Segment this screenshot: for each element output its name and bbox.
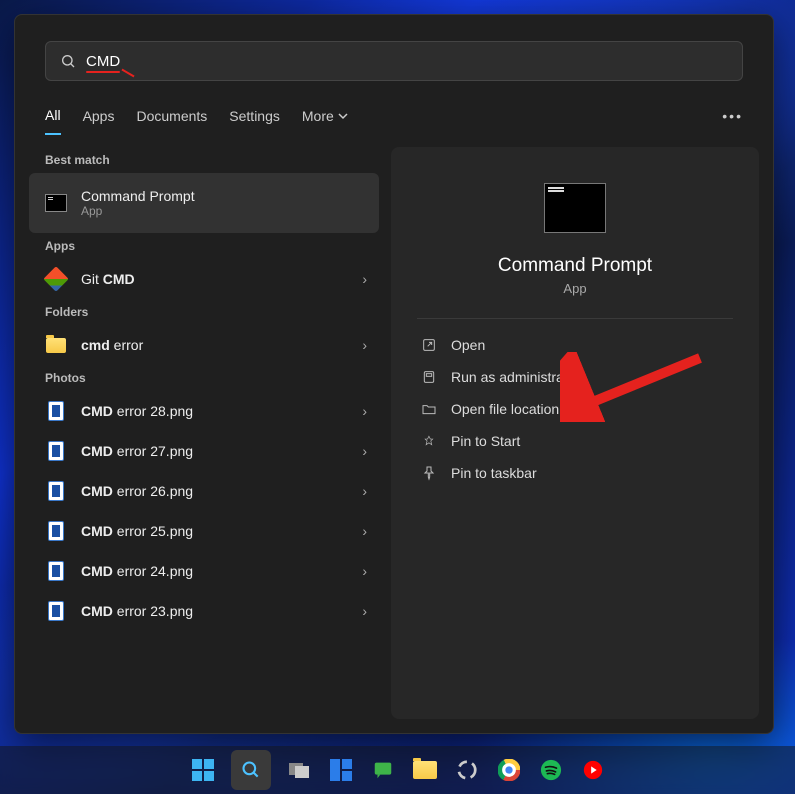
chevron-right-icon: › — [362, 563, 367, 579]
pin-icon — [421, 465, 437, 481]
result-label: CMD error 28.png — [81, 403, 193, 419]
search-input[interactable]: CMD — [45, 41, 743, 81]
result-photo[interactable]: CMD error 26.png › — [29, 471, 379, 511]
taskbar-app-explorer[interactable] — [411, 756, 439, 784]
result-folder-cmd-error[interactable]: cmd error › — [29, 325, 379, 365]
chevron-right-icon: › — [362, 271, 367, 287]
folder-open-icon — [421, 401, 437, 417]
task-view-button[interactable] — [285, 756, 313, 784]
result-label: CMD error 24.png — [81, 563, 193, 579]
result-photo[interactable]: CMD error 24.png › — [29, 551, 379, 591]
widgets-icon — [330, 759, 352, 781]
tab-settings[interactable]: Settings — [229, 108, 280, 134]
preview-title: Command Prompt — [498, 255, 652, 277]
tab-documents[interactable]: Documents — [136, 108, 207, 134]
section-folders: Folders — [45, 305, 379, 319]
result-title: Command Prompt — [81, 188, 195, 204]
chevron-right-icon: › — [362, 523, 367, 539]
open-icon — [421, 337, 437, 353]
image-file-icon — [45, 561, 67, 581]
action-label: Pin to Start — [451, 433, 520, 449]
result-label: Git CMD — [81, 271, 135, 287]
action-label: Open — [451, 337, 485, 353]
folder-icon — [45, 338, 67, 353]
action-pin-to-taskbar[interactable]: Pin to taskbar — [417, 457, 733, 489]
result-subtitle: App — [81, 204, 195, 218]
action-label: Open file location — [451, 401, 559, 417]
result-label: CMD error 23.png — [81, 603, 193, 619]
git-icon — [45, 270, 67, 288]
chrome-icon — [498, 759, 520, 781]
action-label: Pin to taskbar — [451, 465, 537, 481]
result-label: CMD error 26.png — [81, 483, 193, 499]
command-prompt-icon — [45, 194, 67, 212]
task-view-icon — [288, 760, 310, 780]
section-apps: Apps — [45, 239, 379, 253]
tab-more[interactable]: More — [302, 108, 348, 134]
action-label: Run as administrator — [451, 369, 580, 385]
taskbar — [0, 746, 795, 794]
preview-column: Command Prompt App Open Run as administr… — [391, 147, 759, 719]
taskbar-app-chat[interactable] — [369, 756, 397, 784]
chevron-right-icon: › — [362, 403, 367, 419]
result-photo[interactable]: CMD error 27.png › — [29, 431, 379, 471]
more-options-button[interactable]: ••• — [722, 108, 743, 134]
search-icon — [241, 760, 261, 780]
result-label: cmd error — [81, 337, 143, 353]
circle-app-icon — [456, 759, 478, 781]
result-label: CMD error 27.png — [81, 443, 193, 459]
folder-icon — [413, 761, 437, 779]
action-run-as-administrator[interactable]: Run as administrator — [417, 361, 733, 393]
chevron-down-icon — [338, 111, 348, 121]
search-icon — [60, 53, 76, 69]
preview-subtitle: App — [563, 281, 586, 296]
action-pin-to-start[interactable]: Pin to Start — [417, 425, 733, 457]
chevron-right-icon: › — [362, 337, 367, 353]
spotify-icon — [540, 759, 562, 781]
chevron-right-icon: › — [362, 443, 367, 459]
taskbar-app-youtube[interactable] — [579, 756, 607, 784]
result-git-cmd[interactable]: Git CMD › — [29, 259, 379, 299]
result-photo[interactable]: CMD error 28.png › — [29, 391, 379, 431]
annotation-underline — [86, 71, 120, 73]
taskbar-app-spotify[interactable] — [537, 756, 565, 784]
taskbar-search-button[interactable] — [231, 750, 271, 790]
section-best-match: Best match — [45, 153, 379, 167]
pin-icon — [421, 433, 437, 449]
image-file-icon — [45, 601, 67, 621]
chat-icon — [372, 759, 394, 781]
results-column: Best match Command Prompt App Apps Git C… — [29, 147, 379, 719]
image-file-icon — [45, 401, 67, 421]
search-query-text: CMD — [86, 53, 120, 70]
preview-app-icon — [544, 183, 606, 233]
result-command-prompt[interactable]: Command Prompt App — [29, 173, 379, 233]
result-photo[interactable]: CMD error 25.png › — [29, 511, 379, 551]
taskbar-app-generic[interactable] — [453, 756, 481, 784]
image-file-icon — [45, 481, 67, 501]
taskbar-app-widgets[interactable] — [327, 756, 355, 784]
filter-tabs: All Apps Documents Settings More ••• — [45, 107, 743, 135]
youtube-icon — [582, 759, 604, 781]
divider — [417, 318, 733, 319]
tab-apps[interactable]: Apps — [83, 108, 115, 134]
chevron-right-icon: › — [362, 483, 367, 499]
windows-logo-icon — [192, 759, 214, 781]
result-label: CMD error 25.png — [81, 523, 193, 539]
result-photo[interactable]: CMD error 23.png › — [29, 591, 379, 631]
action-open-file-location[interactable]: Open file location — [417, 393, 733, 425]
chevron-right-icon: › — [362, 603, 367, 619]
image-file-icon — [45, 441, 67, 461]
start-search-panel: CMD All Apps Documents Settings More •••… — [14, 14, 774, 734]
tab-all[interactable]: All — [45, 107, 61, 135]
image-file-icon — [45, 521, 67, 541]
shield-icon — [421, 369, 437, 385]
section-photos: Photos — [45, 371, 379, 385]
taskbar-app-chrome[interactable] — [495, 756, 523, 784]
action-open[interactable]: Open — [417, 329, 733, 361]
start-button[interactable] — [189, 756, 217, 784]
